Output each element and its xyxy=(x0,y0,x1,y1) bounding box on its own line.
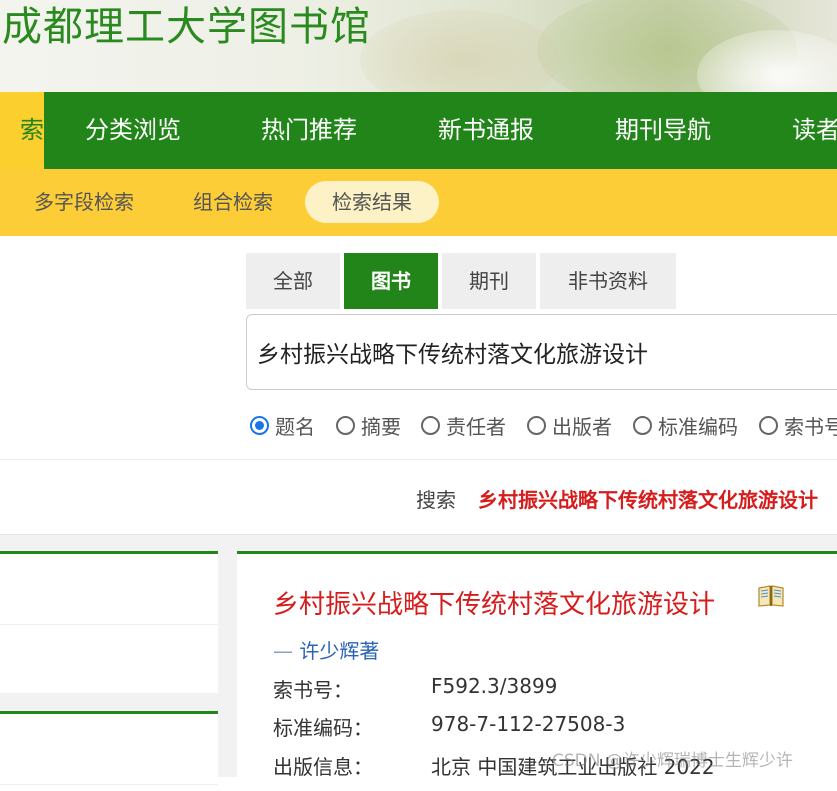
radio-unchecked-icon[interactable] xyxy=(759,415,778,435)
radio-abstract[interactable]: 摘要 xyxy=(336,410,401,440)
search-summary-query: 乡村振兴战略下传统村落文化旅游设计 xyxy=(478,488,818,512)
nav-item-new-books[interactable]: 新书通报 xyxy=(438,92,534,169)
facet-row[interactable] xyxy=(0,714,218,785)
radio-unchecked-icon[interactable] xyxy=(421,415,440,435)
nav-item-reader[interactable]: 读者 xyxy=(792,92,837,169)
nav-item-hot-recommend[interactable]: 热门推荐 xyxy=(261,92,357,169)
tab-all[interactable]: 全部 xyxy=(246,253,340,309)
radio-call-number[interactable]: 索书号 xyxy=(759,410,837,440)
facet-panel xyxy=(0,711,218,791)
radio-checked-icon[interactable] xyxy=(250,415,269,435)
result-title-link[interactable]: 乡村振兴战略下传统村落文化旅游设计 xyxy=(273,584,715,621)
radio-label: 标准编码 xyxy=(658,414,738,439)
tab-books[interactable]: 图书 xyxy=(344,253,438,309)
main-nav: 索 分类浏览 热门推荐 新书通报 期刊导航 读者 xyxy=(0,92,837,169)
nav-item-label: 期刊导航 xyxy=(615,116,711,144)
standard-code-value: 978-7-112-27508-3 xyxy=(431,712,626,736)
radio-unchecked-icon[interactable] xyxy=(527,415,546,435)
radio-label: 索书号 xyxy=(784,414,837,439)
tab-label: 图书 xyxy=(371,269,411,293)
facet-row[interactable] xyxy=(0,554,218,625)
sub-nav-label: 组合检索 xyxy=(193,190,273,214)
radio-publisher[interactable]: 出版者 xyxy=(527,410,612,440)
nav-item-journal-nav[interactable]: 期刊导航 xyxy=(615,92,711,169)
banner-decoration xyxy=(360,10,560,92)
tab-journals[interactable]: 期刊 xyxy=(442,253,536,309)
sub-nav-label: 多字段检索 xyxy=(34,190,134,214)
tab-label: 全部 xyxy=(273,269,313,293)
call-number-label: 索书号： xyxy=(273,678,353,702)
nav-item-label: 索 xyxy=(20,116,44,144)
sub-nav-search-results[interactable]: 检索结果 xyxy=(305,181,439,223)
author-link[interactable]: 许少辉著 xyxy=(299,639,379,663)
header-banner: 成都理工大学图书馆 xyxy=(0,0,837,92)
standard-code-label: 标准编码： xyxy=(273,716,373,740)
nav-item-label: 热门推荐 xyxy=(261,116,357,144)
radio-label: 责任者 xyxy=(446,414,506,439)
book-icon xyxy=(758,585,784,607)
nav-item-category-browse[interactable]: 分类浏览 xyxy=(85,92,181,169)
facet-panel xyxy=(0,551,218,693)
author-dash: — xyxy=(273,639,293,663)
nav-item-search[interactable]: 索 xyxy=(0,92,44,169)
sub-nav-multi-field-search[interactable]: 多字段检索 xyxy=(34,181,134,223)
result-author: — 许少辉著 xyxy=(273,635,379,664)
tab-non-book-materials[interactable]: 非书资料 xyxy=(540,253,676,309)
radio-label: 题名 xyxy=(275,414,315,439)
nav-item-label: 读者 xyxy=(792,116,837,144)
sub-nav-label: 检索结果 xyxy=(332,190,412,214)
radio-standard-code[interactable]: 标准编码 xyxy=(633,410,738,440)
nav-item-label: 分类浏览 xyxy=(85,116,181,144)
radio-unchecked-icon[interactable] xyxy=(336,415,355,435)
watermark: CSDN @许少辉瑞博士生辉少许 xyxy=(552,751,793,771)
radio-label: 出版者 xyxy=(552,414,612,439)
search-summary-prefix: 搜索 xyxy=(416,488,456,512)
publication-info-label: 出版信息： xyxy=(273,755,373,779)
sub-nav: 多字段检索 组合检索 检索结果 xyxy=(0,169,837,236)
search-input[interactable] xyxy=(246,314,837,390)
radio-label: 摘要 xyxy=(361,414,401,439)
radio-title[interactable]: 题名 xyxy=(250,410,315,440)
radio-unchecked-icon[interactable] xyxy=(633,415,652,435)
site-title: 成都理工大学图书馆 xyxy=(2,4,371,50)
radio-responsible[interactable]: 责任者 xyxy=(421,410,506,440)
tab-label: 期刊 xyxy=(469,269,509,293)
call-number-value: F592.3/3899 xyxy=(431,674,558,698)
nav-item-label: 新书通报 xyxy=(438,116,534,144)
tab-label: 非书资料 xyxy=(568,269,648,293)
facet-row[interactable] xyxy=(0,625,218,695)
sub-nav-combined-search[interactable]: 组合检索 xyxy=(193,181,273,223)
